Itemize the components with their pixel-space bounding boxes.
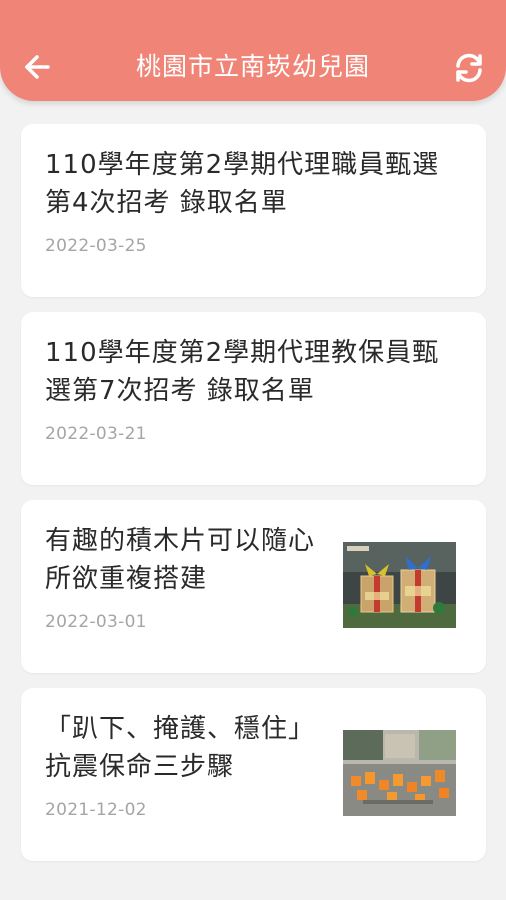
back-button[interactable] bbox=[22, 52, 52, 82]
news-list: 110學年度第2學期代理職員甄選第4次招考 錄取名單 2022-03-25 11… bbox=[21, 124, 486, 876]
earthquake-drill-photo bbox=[343, 730, 456, 816]
news-card[interactable]: 110學年度第2學期代理職員甄選第4次招考 錄取名單 2022-03-25 bbox=[21, 124, 486, 297]
arrow-left-icon bbox=[25, 55, 50, 79]
refresh-button[interactable] bbox=[452, 51, 486, 85]
news-card[interactable]: 「趴下、掩護、穩住」抗震保命三步驟 2021-12-02 bbox=[21, 688, 486, 861]
news-date: 2022-03-25 bbox=[45, 236, 147, 256]
news-date: 2021-12-02 bbox=[45, 800, 147, 820]
news-date: 2022-03-21 bbox=[45, 424, 147, 444]
news-title: 110學年度第2學期代理教保員甄選第7次招考 錄取名單 bbox=[45, 338, 440, 406]
gift-box-blocks-photo bbox=[343, 542, 456, 628]
news-card[interactable]: 有趣的積木片可以隨心所欲重複搭建 2022-03-01 bbox=[21, 500, 486, 673]
app-header: 桃園市立南崁幼兒園 bbox=[0, 0, 506, 101]
news-date: 2022-03-01 bbox=[45, 612, 147, 632]
news-title: 有趣的積木片可以隨心所欲重複搭建 bbox=[45, 526, 316, 594]
refresh-icon bbox=[456, 53, 482, 83]
news-title: 110學年度第2學期代理職員甄選第4次招考 錄取名單 bbox=[45, 150, 440, 218]
news-title: 「趴下、掩護、穩住」抗震保命三步驟 bbox=[45, 714, 316, 782]
news-card[interactable]: 110學年度第2學期代理教保員甄選第7次招考 錄取名單 2022-03-21 bbox=[21, 312, 486, 485]
page-title: 桃園市立南崁幼兒園 bbox=[135, 52, 370, 81]
